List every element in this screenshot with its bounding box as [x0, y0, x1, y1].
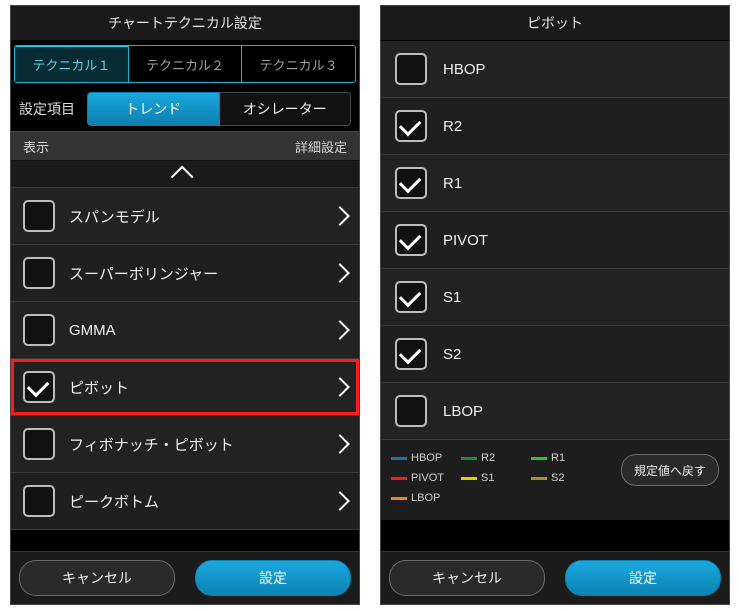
technical-tabs: テクニカル１ テクニカル２ テクニカル３ — [14, 45, 356, 83]
list-item-pivot[interactable]: PIVOT — [381, 212, 729, 269]
list-item-r1[interactable]: R1 — [381, 155, 729, 212]
color-swatch — [461, 477, 477, 480]
apply-button[interactable]: 設定 — [565, 560, 721, 596]
chevron-right-icon — [330, 320, 350, 340]
checkbox[interactable] — [23, 200, 55, 232]
level-label: HBOP — [443, 61, 486, 78]
indicator-label: フィボナッチ・ピボット — [69, 434, 333, 455]
colhead-detail: 詳細設定 — [295, 137, 347, 156]
level-label: R1 — [443, 175, 462, 192]
column-headers: 表示 詳細設定 — [11, 131, 359, 161]
chevron-up-icon — [171, 166, 194, 189]
chart-technical-settings-panel: チャートテクニカル設定 テクニカル１ テクニカル２ テクニカル３ 設定項目 トレ… — [10, 5, 360, 605]
list-item-s2[interactable]: S2 — [381, 326, 729, 383]
level-label: LBOP — [443, 403, 483, 420]
legend-area: HBOP R2 R1 PIVOT S1 S2 LBOP 規定値へ戻す — [381, 440, 729, 520]
footer-bar: キャンセル 設定 — [11, 551, 359, 604]
level-label: S1 — [443, 289, 461, 306]
color-swatch — [531, 457, 547, 460]
list-item-pivot[interactable]: ピボット — [11, 359, 359, 416]
collapse-handle[interactable] — [11, 161, 359, 188]
segment-trend[interactable]: トレンド — [87, 92, 220, 126]
chevron-right-icon — [330, 377, 350, 397]
legend-hbop: HBOP — [391, 448, 461, 468]
panel-header: ピボット — [381, 6, 729, 41]
checkbox[interactable] — [23, 485, 55, 517]
pivot-level-list: HBOP R2 R1 PIVOT S1 S2 — [381, 41, 729, 440]
color-swatch — [391, 457, 407, 460]
cancel-button[interactable]: キャンセル — [389, 560, 545, 596]
chevron-right-icon — [330, 206, 350, 226]
panel-header: チャートテクニカル設定 — [11, 6, 359, 41]
indicator-label: スーパーボリンジャー — [69, 263, 333, 284]
segment-oscillator[interactable]: オシレーター — [220, 92, 352, 126]
legend-r1: R1 — [531, 448, 601, 468]
chevron-right-icon — [330, 434, 350, 454]
legend-grid: HBOP R2 R1 PIVOT S1 S2 LBOP — [391, 448, 601, 508]
checkbox-checked[interactable] — [395, 281, 427, 313]
level-label: S2 — [443, 346, 461, 363]
tab-technical-3[interactable]: テクニカル３ — [242, 46, 355, 82]
legend-s1: S1 — [461, 468, 531, 488]
level-label: R2 — [443, 118, 462, 135]
footer-bar: キャンセル 設定 — [381, 551, 729, 604]
list-item-gmma[interactable]: GMMA — [11, 302, 359, 359]
list-item-hbop[interactable]: HBOP — [381, 41, 729, 98]
checkbox[interactable] — [23, 428, 55, 460]
legend-pivot: PIVOT — [391, 468, 461, 488]
setting-item-row: 設定項目 トレンド オシレーター — [11, 87, 359, 131]
indicator-label: ピークボトム — [69, 491, 333, 512]
list-item-lbop[interactable]: LBOP — [381, 383, 729, 440]
indicator-list: スパンモデル スーパーボリンジャー GMMA ピボット フィボナッチ・ピボット — [11, 161, 359, 530]
panel-title: ピボット — [527, 13, 583, 33]
level-label: PIVOT — [443, 232, 488, 249]
checkbox[interactable] — [395, 395, 427, 427]
list-item-peak-bottom[interactable]: ピークボトム — [11, 473, 359, 530]
checkbox-checked[interactable] — [395, 167, 427, 199]
color-swatch — [391, 497, 407, 500]
indicator-label: ピボット — [69, 377, 333, 398]
list-item-r2[interactable]: R2 — [381, 98, 729, 155]
checkbox-checked[interactable] — [395, 110, 427, 142]
reset-defaults-button[interactable]: 規定値へ戻す — [621, 454, 719, 486]
legend-lbop: LBOP — [391, 488, 461, 508]
list-item-super-bollinger[interactable]: スーパーボリンジャー — [11, 245, 359, 302]
list-item-s1[interactable]: S1 — [381, 269, 729, 326]
legend-r2: R2 — [461, 448, 531, 468]
indicator-label: スパンモデル — [69, 206, 333, 227]
checkbox[interactable] — [23, 314, 55, 346]
checkbox-checked[interactable] — [23, 371, 55, 403]
colhead-display: 表示 — [23, 137, 49, 156]
checkbox-checked[interactable] — [395, 338, 427, 370]
apply-button[interactable]: 設定 — [195, 560, 351, 596]
tab-technical-1[interactable]: テクニカル１ — [15, 45, 129, 82]
setting-item-label: 設定項目 — [19, 99, 75, 119]
cancel-button[interactable]: キャンセル — [19, 560, 175, 596]
color-swatch — [531, 477, 547, 480]
list-item-fibonacci-pivot[interactable]: フィボナッチ・ピボット — [11, 416, 359, 473]
chevron-right-icon — [330, 491, 350, 511]
checkbox-checked[interactable] — [395, 224, 427, 256]
checkbox[interactable] — [395, 53, 427, 85]
chevron-right-icon — [330, 263, 350, 283]
indicator-type-segment: トレンド オシレーター — [87, 92, 351, 126]
legend-s2: S2 — [531, 468, 601, 488]
pivot-settings-panel: ピボット HBOP R2 R1 PIVOT S1 — [380, 5, 730, 605]
color-swatch — [461, 457, 477, 460]
color-swatch — [391, 477, 407, 480]
checkbox[interactable] — [23, 257, 55, 289]
indicator-label: GMMA — [69, 322, 333, 339]
tab-technical-2[interactable]: テクニカル２ — [129, 46, 243, 82]
list-item-span-model[interactable]: スパンモデル — [11, 188, 359, 245]
panel-title: チャートテクニカル設定 — [108, 13, 262, 33]
